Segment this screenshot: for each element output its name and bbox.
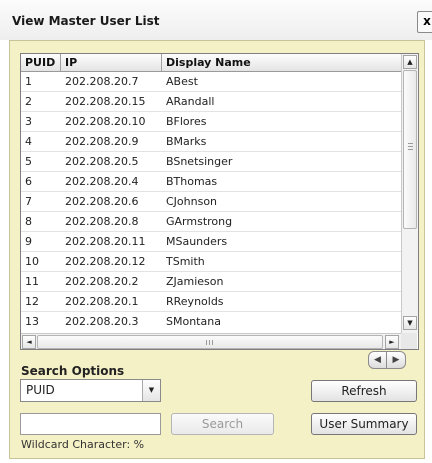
cell-ip: 202.208.20.7 [65,75,139,88]
cell-puid: 5 [25,155,32,168]
cell-ip: 202.208.20.8 [65,215,139,228]
arrow-right-icon: ► [389,338,395,346]
cell-puid: 3 [25,115,32,128]
dropdown-button[interactable]: ▼ [142,380,160,401]
table-row[interactable]: 6 202.208.20.4 BThomas [21,172,401,192]
cell-puid: 8 [25,215,32,228]
cell-ip: 202.208.20.1 [65,295,139,308]
cell-ip: 202.208.20.5 [65,155,139,168]
horizontal-scroll-thumb[interactable] [37,335,383,349]
triangle-left-icon: ◀ [374,355,381,365]
cell-display-name: ZJamieson [166,275,224,288]
cell-puid: 12 [25,295,39,308]
cell-display-name: SMontana [166,315,221,328]
scroll-left-button[interactable]: ◄ [22,335,36,349]
column-header-ip[interactable]: IP [61,54,162,71]
cell-display-name: CJohnson [166,195,218,208]
cell-ip: 202.208.20.4 [65,175,139,188]
triangle-right-icon: ▶ [392,355,400,365]
cell-display-name: BSnetsinger [166,155,233,168]
user-summary-button[interactable]: User Summary [311,413,417,435]
search-field-select[interactable]: PUID ▼ [20,379,161,402]
table-row[interactable]: 1 202.208.20.7 ABest [21,72,401,92]
vertical-scrollbar[interactable]: ▲ ▼ [401,54,418,333]
table-row[interactable]: 4 202.208.20.9 BMarks [21,132,401,152]
user-table: PUID IP Display Name 1 202.208.20.7 ABest 2… [20,53,419,350]
column-header-puid[interactable]: PUID [21,54,61,71]
close-button[interactable]: x [417,11,432,33]
search-options-label: Search Options [21,364,125,378]
close-icon: x [423,14,431,28]
cell-puid: 9 [25,235,32,248]
previous-page-button[interactable]: ◀ [368,351,387,369]
cell-puid: 2 [25,95,32,108]
cell-display-name: MSaunders [166,235,228,248]
cell-puid: 6 [25,175,32,188]
table-header: PUID IP Display Name [21,54,401,72]
title-bar: View Master User List x [0,0,432,40]
chevron-down-icon: ▼ [148,386,155,394]
column-header-display-name[interactable]: Display Name [162,54,401,71]
table-row[interactable]: 3 202.208.20.10 BFlores [21,112,401,132]
search-button[interactable]: Search [171,413,274,435]
cell-display-name: ABest [166,75,198,88]
table-row[interactable]: 12 202.208.20.1 RReynolds [21,292,401,312]
cell-puid: 7 [25,195,32,208]
cell-display-name: RReynolds [166,295,224,308]
cell-ip: 202.208.20.15 [65,95,146,108]
cell-ip: 202.208.20.6 [65,195,139,208]
table-row[interactable]: 7 202.208.20.6 CJohnson [21,192,401,212]
table-row[interactable]: 2 202.208.20.15 ARandall [21,92,401,112]
table-body: 1 202.208.20.7 ABest 2 202.208.20.15 ARandall… [21,72,401,331]
vertical-scroll-thumb[interactable] [403,70,417,229]
grip-icon [408,143,413,150]
arrow-left-icon: ◄ [26,338,32,346]
table-row[interactable]: 9 202.208.20.11 MSaunders [21,232,401,252]
search-field-value: PUID [26,383,55,397]
arrow-down-icon: ▼ [407,319,413,327]
wildcard-hint: Wildcard Character: % [21,438,145,451]
cell-display-name: BFlores [166,115,207,128]
cell-display-name: ARandall [166,95,215,108]
cell-ip: 202.208.20.9 [65,135,139,148]
page-nav: ◀ ▶ [368,351,406,369]
search-input[interactable] [20,413,161,435]
refresh-button[interactable]: Refresh [311,380,417,402]
scroll-down-button[interactable]: ▼ [403,316,417,330]
horizontal-scrollbar[interactable]: ◄ ► [21,333,401,349]
cell-ip: 202.208.20.10 [65,115,146,128]
cell-puid: 11 [25,275,39,288]
cell-puid: 1 [25,75,32,88]
cell-ip: 202.208.20.11 [65,235,146,248]
cell-puid: 4 [25,135,32,148]
table-row[interactable]: 10 202.208.20.12 TSmith [21,252,401,272]
scroll-up-button[interactable]: ▲ [403,55,417,69]
window-title: View Master User List [12,14,160,28]
cell-display-name: BMarks [166,135,207,148]
arrow-up-icon: ▲ [407,58,413,66]
cell-ip: 202.208.20.3 [65,315,139,328]
grip-icon [206,340,215,345]
cell-display-name: TSmith [166,255,205,268]
table-row[interactable]: 5 202.208.20.5 BSnetsinger [21,152,401,172]
next-page-button[interactable]: ▶ [387,351,406,369]
cell-ip: 202.208.20.12 [65,255,146,268]
cell-puid: 13 [25,315,39,328]
cell-puid: 10 [25,255,39,268]
scroll-right-button[interactable]: ► [385,335,399,349]
table-row[interactable]: 8 202.208.20.8 GArmstrong [21,212,401,232]
table-row[interactable]: 11 202.208.20.2 ZJamieson [21,272,401,292]
cell-ip: 202.208.20.2 [65,275,139,288]
table-row[interactable]: 13 202.208.20.3 SMontana [21,312,401,331]
cell-display-name: BThomas [166,175,218,188]
scrollbar-corner [401,333,417,349]
cell-display-name: GArmstrong [166,215,233,228]
